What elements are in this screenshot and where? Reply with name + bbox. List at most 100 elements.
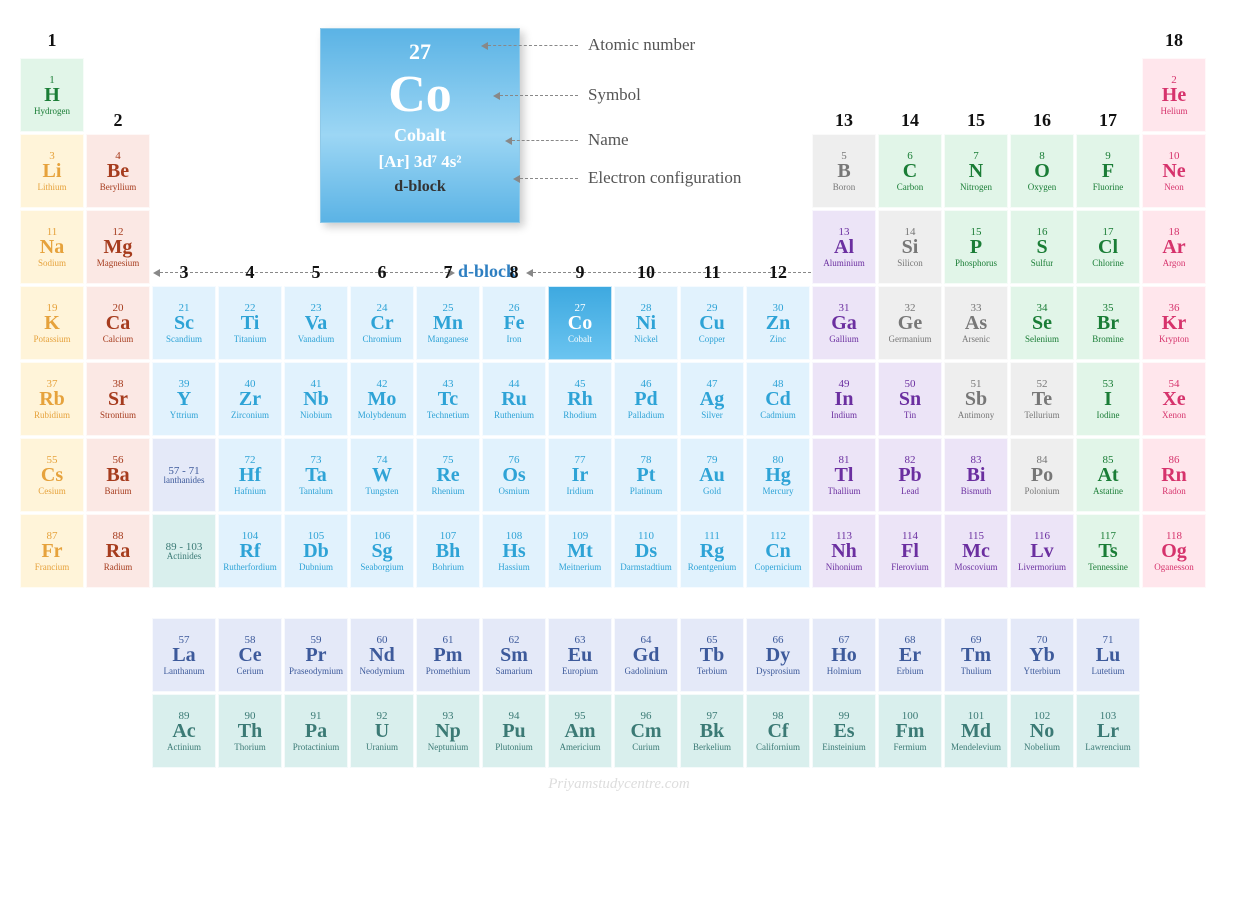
element-symbol: Br (1097, 312, 1119, 334)
element-Ta: 73TaTantalum (284, 438, 348, 512)
element-symbol: Xe (1162, 388, 1185, 410)
element-N: 7NNitrogen (944, 134, 1008, 208)
element-Pm: 61PmPromethium (416, 618, 480, 692)
element-Nd: 60NdNeodymium (350, 618, 414, 692)
element-symbol: P (970, 236, 982, 258)
element-Yb: 70YbYtterbium (1010, 618, 1074, 692)
element-symbol: Mn (433, 312, 463, 334)
element-Pd: 46PdPalladium (614, 362, 678, 436)
element-name: Livermorium (1018, 562, 1066, 573)
element-name: Bromine (1092, 334, 1124, 345)
element-symbol: Fl (901, 540, 919, 562)
element-symbol: N (969, 160, 983, 182)
element-Lv: 116LvLivermorium (1010, 514, 1074, 588)
element-As: 33AsArsenic (944, 286, 1008, 360)
element-B: 5BBoron (812, 134, 876, 208)
element-name: Bismuth (961, 486, 992, 497)
arrow-symbol (500, 95, 578, 96)
element-symbol: Re (436, 464, 459, 486)
element-name: Rhodium (563, 410, 597, 421)
element-symbol: Mo (368, 388, 397, 410)
element-In: 49InIndium (812, 362, 876, 436)
element-Sc: 21ScScandium (152, 286, 216, 360)
element-S: 16SSulfur (1010, 210, 1074, 284)
element-symbol: Hs (502, 540, 525, 562)
element-name: Polonium (1024, 486, 1059, 497)
arrow-ec (520, 178, 578, 179)
arrow-name (512, 140, 578, 141)
element-name: Dubnium (299, 562, 333, 573)
group-label-9: 9 (548, 262, 612, 283)
element-name: Boron (833, 182, 856, 193)
element-name: Gallium (829, 334, 859, 345)
element-name: Copper (699, 334, 726, 345)
element-Ni: 28NiNickel (614, 286, 678, 360)
element-name: Ruthenium (494, 410, 534, 421)
element-name: Copernicium (755, 562, 802, 573)
element-No: 102NoNobelium (1010, 694, 1074, 768)
element-Ba: 56BaBarium (86, 438, 150, 512)
element-name: Tin (904, 410, 916, 421)
element-symbol: As (965, 312, 987, 334)
element-name: Strontium (100, 410, 136, 421)
element-symbol: Cl (1098, 236, 1118, 258)
element-Lu: 71LuLutetium (1076, 618, 1140, 692)
element-symbol: Au (699, 464, 725, 486)
group-label-3: 3 (152, 262, 216, 283)
element-symbol: Ga (831, 312, 857, 334)
element-Nb: 41NbNiobium (284, 362, 348, 436)
element-name: Titanium (234, 334, 267, 345)
element-name: Meitnerium (559, 562, 602, 573)
element-name: Chromium (362, 334, 401, 345)
element-symbol: Ta (305, 464, 327, 486)
element-symbol: Ts (1098, 540, 1117, 562)
element-Bi: 83BiBismuth (944, 438, 1008, 512)
element-name: Oganesson (1154, 562, 1194, 573)
element-Am: 95AmAmericium (548, 694, 612, 768)
element-Pt: 78PtPlatinum (614, 438, 678, 512)
element-name: Mercury (763, 486, 794, 497)
element-name: Darmstadtium (620, 562, 672, 573)
element-symbol: Nb (303, 388, 329, 410)
periodic-table: 27 Co Cobalt [Ar] 3d⁷ 4s² d-block Atomic… (20, 20, 1218, 810)
element-Es: 99EsEinsteinium (812, 694, 876, 768)
element-name: Radium (104, 562, 133, 573)
element-Sr: 38SrStrontium (86, 362, 150, 436)
element-name: Palladium (628, 410, 665, 421)
element-symbol: Sb (965, 388, 987, 410)
highlight-number: 27 (409, 39, 431, 65)
element-Cn: 112CnCopernicium (746, 514, 810, 588)
element-name: Krypton (1159, 334, 1189, 345)
element-Rf: 104RfRutherfordium (218, 514, 282, 588)
element-Va: 23VaVanadium (284, 286, 348, 360)
element-Ti: 22TiTitanium (218, 286, 282, 360)
element-I: 53IIodine (1076, 362, 1140, 436)
element-O: 8OOxygen (1010, 134, 1074, 208)
element-Ir: 77IrIridium (548, 438, 612, 512)
element-Kr: 36KrKrypton (1142, 286, 1206, 360)
element-symbol: Hg (765, 464, 791, 486)
label-electron-config: Electron configuration (588, 168, 741, 188)
element-Xe: 54XeXenon (1142, 362, 1206, 436)
element-name: Bohrium (432, 562, 464, 573)
element-symbol: Cd (765, 388, 791, 410)
element-Bk: 97BkBerkelium (680, 694, 744, 768)
element-name: Manganese (428, 334, 469, 345)
element-Rg: 111RgRoentgenium (680, 514, 744, 588)
element-name: Hydrogen (34, 106, 70, 117)
element-name: Sulfur (1031, 258, 1054, 269)
element-C: 6CCarbon (878, 134, 942, 208)
group-label-6: 6 (350, 262, 414, 283)
group-label-18: 18 (1142, 30, 1206, 51)
element-symbol: Sc (174, 312, 194, 334)
element-symbol: Rf (239, 540, 260, 562)
element-name: Chlorine (1092, 258, 1124, 269)
element-symbol: Cr (370, 312, 393, 334)
element-symbol: Fr (41, 540, 62, 562)
element-Al: 13AlAluminium (812, 210, 876, 284)
element-name: Fluorine (1093, 182, 1124, 193)
element-H: 1HHydrogen (20, 58, 84, 132)
element-name: Moscovium (954, 562, 997, 573)
element-name: Cesium (38, 486, 66, 497)
element-Li: 3LiLithium (20, 134, 84, 208)
